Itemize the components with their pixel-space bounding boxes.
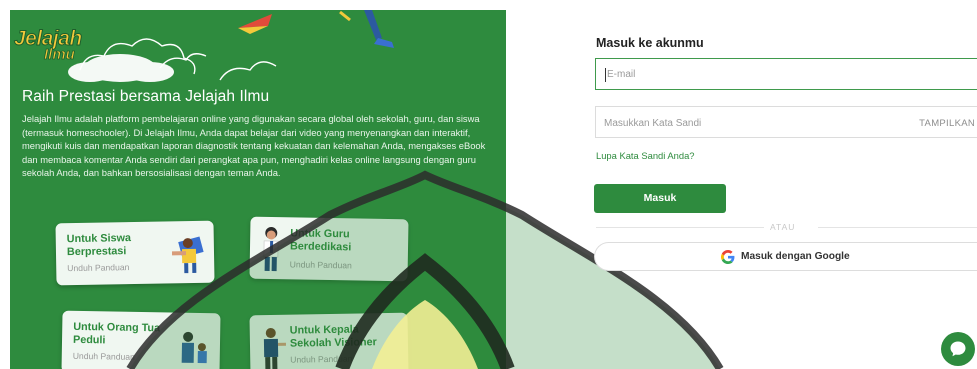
guide-card-subtitle[interactable]: Unduh Panduan bbox=[290, 354, 352, 365]
guide-card-subtitle[interactable]: Unduh Panduan bbox=[67, 262, 129, 273]
parent-illustration-icon bbox=[181, 331, 207, 364]
guide-card-subtitle[interactable]: Unduh Panduan bbox=[290, 259, 352, 270]
password-placeholder: Masukkan Kata Sandi bbox=[604, 118, 702, 129]
brand-logo[interactable]: Jelajah Ilmu bbox=[14, 27, 104, 69]
chat-bubble-icon bbox=[950, 341, 966, 357]
guide-card-title: Untuk Guru Berdedikasi bbox=[289, 227, 352, 254]
guide-card-siswa[interactable]: Untuk Siswa Berprestasi Unduh Panduan bbox=[55, 220, 215, 286]
guide-card-title: Untuk Kepala Sekolah Visioner bbox=[289, 323, 377, 350]
google-login-button[interactable]: Masuk dengan Google bbox=[594, 242, 977, 271]
guide-card-title: Untuk Orang Tua Peduli bbox=[72, 320, 161, 347]
password-input[interactable]: Masukkan Kata Sandi TAMPILKAN bbox=[595, 106, 977, 138]
guide-card-title: Untuk Siswa Berprestasi bbox=[66, 232, 132, 259]
forgot-password-link[interactable]: Lupa Kata Sandi Anda? bbox=[596, 150, 695, 161]
hero-panel: Jelajah Ilmu Raih Prestasi bersama Jelaj… bbox=[10, 10, 506, 369]
principal-illustration-icon bbox=[263, 328, 287, 369]
logo-text-line2: Ilmu bbox=[44, 46, 76, 64]
email-placeholder: E-mail bbox=[607, 69, 636, 80]
chat-button[interactable] bbox=[941, 332, 975, 366]
text-caret bbox=[605, 68, 606, 82]
divider-line-right bbox=[818, 227, 977, 228]
email-input[interactable]: E-mail bbox=[595, 58, 977, 90]
google-login-label: Masuk dengan Google bbox=[741, 251, 850, 262]
divider-label: ATAU bbox=[770, 222, 796, 232]
login-title: Masuk ke akunmu bbox=[596, 36, 704, 50]
hero-title: Raih Prestasi bersama Jelajah Ilmu bbox=[22, 88, 270, 105]
student-illustration-icon bbox=[171, 236, 204, 274]
guide-card-subtitle[interactable]: Unduh Panduan bbox=[73, 351, 135, 362]
guide-card-kepala-sekolah[interactable]: Untuk Kepala Sekolah Visioner Unduh Pand… bbox=[249, 312, 409, 369]
guide-card-orang-tua[interactable]: Untuk Orang Tua Peduli Unduh Panduan bbox=[61, 310, 221, 369]
hero-description: Jelajah Ilmu adalah platform pembelajara… bbox=[22, 113, 486, 178]
divider-line-left bbox=[596, 227, 764, 228]
guide-card-guru[interactable]: Untuk Guru Berdedikasi Unduh Panduan bbox=[249, 216, 409, 282]
show-password-button[interactable]: TAMPILKAN bbox=[919, 118, 975, 129]
teacher-illustration-icon bbox=[263, 226, 279, 272]
google-g-icon bbox=[721, 250, 735, 264]
login-button[interactable]: Masuk bbox=[594, 184, 726, 213]
